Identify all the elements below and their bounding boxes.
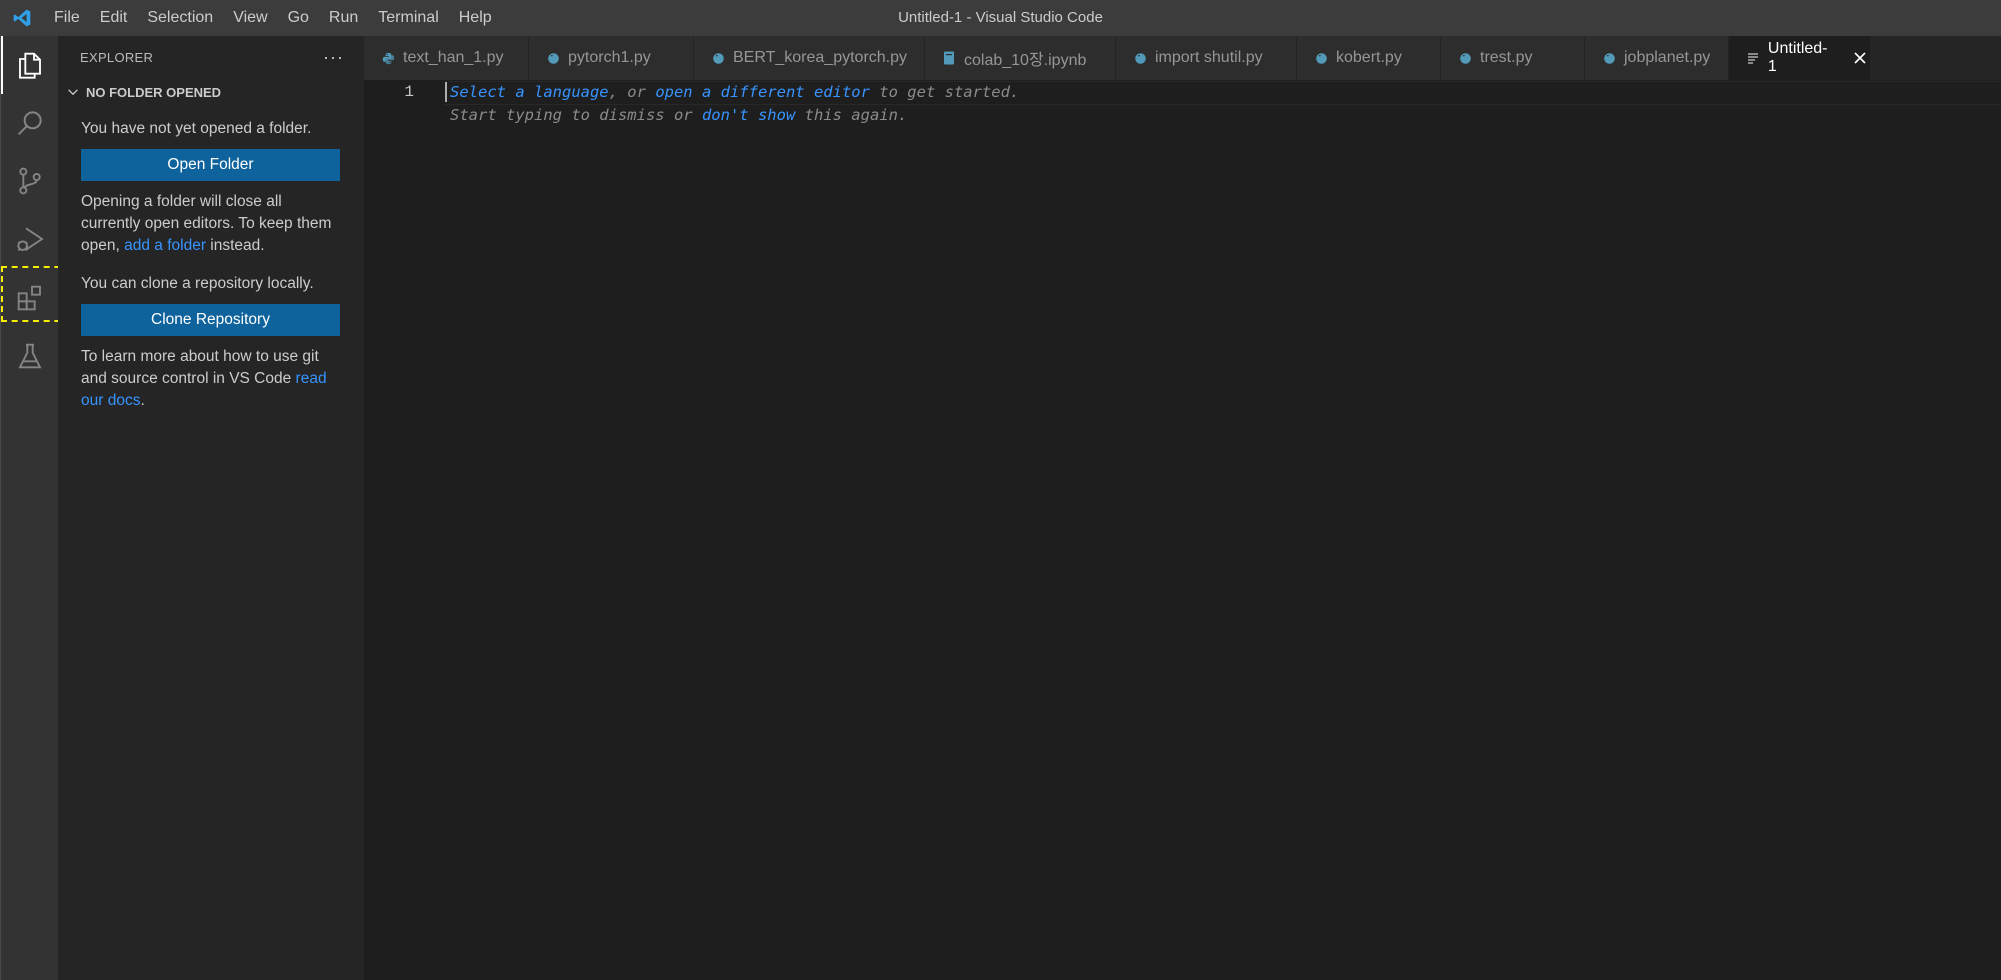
menu-help[interactable]: Help xyxy=(449,0,502,36)
title-bar: File Edit Selection View Go Run Terminal… xyxy=(0,0,2001,36)
menu-terminal[interactable]: Terminal xyxy=(368,0,448,36)
testing-icon[interactable] xyxy=(1,327,58,385)
add-folder-link[interactable]: add a folder xyxy=(124,237,206,254)
tab-kobert[interactable]: kobert.py xyxy=(1297,36,1441,80)
run-debug-icon[interactable] xyxy=(1,210,58,268)
python-icon xyxy=(710,50,726,66)
no-folder-section-header[interactable]: NO FOLDER OPENED xyxy=(58,78,364,106)
active-indicator xyxy=(1,36,3,94)
explorer-icon[interactable] xyxy=(1,36,58,94)
opening-text-2: instead. xyxy=(205,237,265,254)
python-icon xyxy=(545,50,561,66)
editor-hint-line-2: Start typing to dismiss or don't show th… xyxy=(450,104,907,126)
python-icon xyxy=(1601,50,1617,66)
tab-pytorch1[interactable]: pytorch1.py xyxy=(529,36,694,80)
tab-text-han-1[interactable]: text_han_1.py xyxy=(364,36,529,80)
learn-more-message: To learn more about how to use git and s… xyxy=(81,346,340,412)
vscode-logo-icon xyxy=(0,0,44,36)
tab-trest[interactable]: trest.py xyxy=(1441,36,1585,80)
menu-edit[interactable]: Edit xyxy=(90,0,138,36)
tab-label: jobplanet.py xyxy=(1624,49,1711,66)
learn-text-1: To learn more about how to use git and s… xyxy=(81,348,319,387)
menu-go[interactable]: Go xyxy=(278,0,319,36)
open-folder-button[interactable]: Open Folder xyxy=(81,149,340,181)
clone-repository-button[interactable]: Clone Repository xyxy=(81,304,340,336)
dont-show-link[interactable]: don't show xyxy=(702,106,795,124)
not-opened-message: You have not yet opened a folder. xyxy=(81,120,312,137)
hint-text: , or xyxy=(608,83,656,101)
menu-file[interactable]: File xyxy=(44,0,90,36)
open-different-editor-link[interactable]: open a different editor xyxy=(655,83,870,101)
hint-text: to get started. xyxy=(869,83,1020,101)
menu-selection[interactable]: Selection xyxy=(137,0,223,36)
hint-text: this again. xyxy=(795,106,908,124)
tab-label: pytorch1.py xyxy=(568,49,651,66)
activity-bar xyxy=(0,36,58,980)
close-icon[interactable] xyxy=(1850,48,1870,68)
tab-label: import shutil.py xyxy=(1155,49,1263,66)
tab-label: colab_10장.ipynb xyxy=(964,52,1087,69)
sidebar-header: EXPLORER ··· xyxy=(58,36,364,78)
menu-bar: File Edit Selection View Go Run Terminal… xyxy=(44,0,502,36)
editor-hint-line-1: Select a language, or open a different e… xyxy=(450,81,1019,103)
tab-colab-10[interactable]: colab_10장.ipynb xyxy=(925,36,1116,80)
text-cursor xyxy=(445,82,447,102)
tab-label: Untitled-1 xyxy=(1767,40,1828,75)
python-icon xyxy=(380,50,396,66)
notebook-icon xyxy=(941,50,957,66)
more-actions-icon[interactable]: ··· xyxy=(323,47,344,68)
python-icon xyxy=(1313,50,1329,66)
line-number: 1 xyxy=(404,83,414,101)
opening-folder-message: Opening a folder will close all currentl… xyxy=(81,191,340,257)
python-icon xyxy=(1457,50,1473,66)
section-title: NO FOLDER OPENED xyxy=(86,84,222,100)
tab-bert-korea-pytorch[interactable]: BERT_korea_pytorch.py xyxy=(694,36,925,80)
sidebar-body: You have not yet opened a folder. Open F… xyxy=(58,118,364,412)
menu-run[interactable]: Run xyxy=(319,0,368,36)
chevron-down-icon xyxy=(64,83,82,101)
editor-area[interactable]: 1 Select a language, or open a different… xyxy=(364,80,2001,980)
learn-text-2: . xyxy=(140,392,145,409)
editor-tab-bar: text_han_1.py pytorch1.py BERT_korea_pyt… xyxy=(364,36,2001,80)
search-icon[interactable] xyxy=(1,94,58,152)
source-control-icon[interactable] xyxy=(1,152,58,210)
menu-view[interactable]: View xyxy=(223,0,277,36)
tab-untitled-1[interactable]: Untitled-1 xyxy=(1729,36,1871,80)
hint-text: Start typing to dismiss or xyxy=(450,106,702,124)
tab-jobplanet[interactable]: jobplanet.py xyxy=(1585,36,1729,80)
tab-label: trest.py xyxy=(1480,49,1533,66)
tab-label: text_han_1.py xyxy=(403,49,504,66)
clone-message: You can clone a repository locally. xyxy=(81,275,314,292)
tab-label: BERT_korea_pytorch.py xyxy=(733,49,908,66)
sidebar-title: EXPLORER xyxy=(80,49,154,65)
text-file-icon xyxy=(1745,50,1761,66)
tab-label: kobert.py xyxy=(1336,49,1402,66)
python-icon xyxy=(1132,50,1148,66)
select-language-link[interactable]: Select a language xyxy=(450,83,609,101)
explorer-sidebar: EXPLORER ··· NO FOLDER OPENED You have n… xyxy=(58,36,364,980)
tab-import-shutil[interactable]: import shutil.py xyxy=(1116,36,1297,80)
